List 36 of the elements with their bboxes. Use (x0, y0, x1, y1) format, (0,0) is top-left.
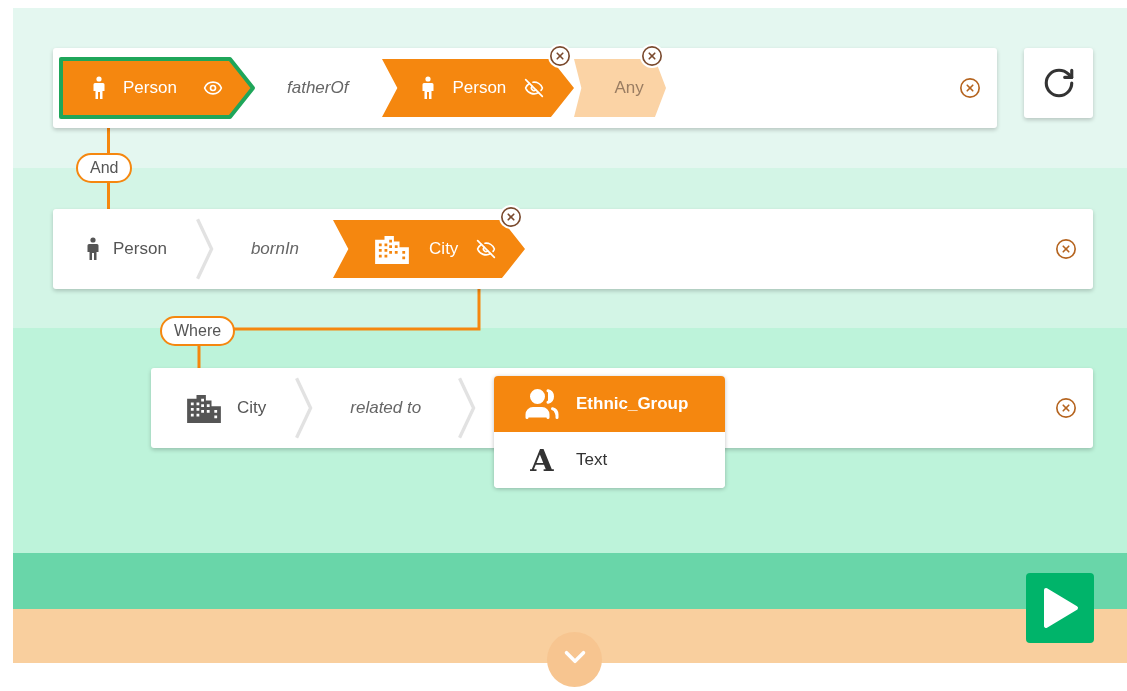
remove-button[interactable] (1055, 397, 1077, 419)
remove-button[interactable] (1055, 238, 1077, 260)
connector-label: Where (160, 316, 236, 346)
close-icon (549, 45, 572, 67)
close-icon (500, 206, 523, 228)
person-icon (422, 75, 435, 101)
entity-label: Any (614, 77, 644, 100)
option-label: Ethnic_Group (576, 393, 689, 416)
eye-off-icon[interactable] (476, 239, 497, 259)
entity-label: Person (123, 77, 177, 100)
dropdown-option[interactable]: A Text (494, 432, 725, 488)
refresh-button[interactable] (1024, 48, 1093, 118)
close-icon (1055, 397, 1077, 419)
entity-item[interactable]: City (159, 379, 293, 437)
eye-off-icon[interactable] (524, 78, 545, 98)
entity-label: Person (113, 238, 167, 261)
relation-label[interactable]: related to (316, 395, 456, 421)
close-icon (1055, 238, 1077, 260)
entity-label: City (237, 397, 267, 420)
entity-label: Person (452, 77, 507, 100)
close-icon (959, 77, 981, 99)
run-button[interactable] (1026, 573, 1094, 643)
building-icon (185, 393, 223, 423)
close-icon (641, 45, 664, 67)
people-icon (524, 386, 560, 422)
eye-icon[interactable] (203, 78, 223, 98)
entity-item[interactable]: Person (61, 220, 193, 278)
person-icon (93, 75, 105, 101)
remove-button[interactable] (959, 77, 981, 99)
connector-label: And (76, 153, 133, 183)
letter-icon: A (524, 437, 560, 483)
person-icon (87, 236, 99, 262)
relation-label[interactable]: bornIn (216, 236, 334, 262)
option-label: Text (576, 449, 608, 472)
relation-label[interactable]: fatherOf (253, 75, 383, 101)
entity-label: City (429, 238, 459, 261)
